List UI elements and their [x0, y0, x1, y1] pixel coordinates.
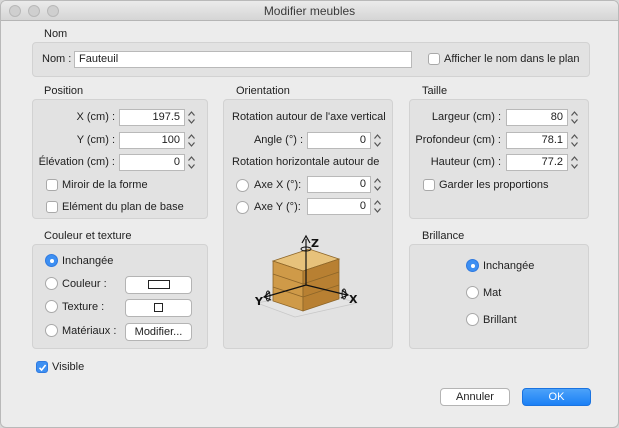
angle-label: Angle (°) :	[253, 134, 303, 146]
cancel-button[interactable]: Annuler	[440, 388, 510, 406]
elevation-field[interactable]: 0	[119, 154, 185, 171]
visible-label: Visible	[52, 361, 85, 373]
axis-x-field[interactable]: 0	[307, 176, 371, 193]
color-picker-button[interactable]	[125, 276, 192, 294]
show-name-label: Afficher le nom dans le plan	[444, 53, 580, 65]
shiny-label: Brillant	[483, 314, 517, 326]
show-name-checkbox[interactable]	[428, 53, 440, 65]
x-label: X (cm) :	[76, 111, 116, 123]
elevation-stepper[interactable]	[187, 154, 196, 171]
y-field[interactable]: 100	[119, 132, 185, 149]
height-field[interactable]: 77.2	[506, 154, 568, 171]
height-stepper[interactable]	[570, 154, 579, 171]
width-field[interactable]: 80	[506, 109, 568, 126]
texture-picker-button[interactable]	[125, 299, 192, 317]
materials-label: Matériaux :	[62, 325, 117, 337]
matte-radio[interactable]	[466, 286, 479, 299]
depth-field[interactable]: 78.1	[506, 132, 568, 149]
x-axis-label: X	[349, 293, 358, 306]
mirror-checkbox[interactable]	[46, 179, 58, 191]
z-axis-label: Z	[311, 237, 319, 250]
horizontal-rotation-heading: Rotation horizontale autour de	[232, 156, 380, 168]
shininess-section-title: Brillance	[422, 230, 465, 242]
height-label: Hauteur (cm) :	[430, 156, 501, 168]
axis-y-stepper[interactable]	[373, 198, 382, 215]
axis-y-field[interactable]: 0	[307, 198, 371, 215]
size-section-title: Taille	[422, 85, 448, 97]
x-field[interactable]: 197.5	[119, 109, 185, 126]
depth-label: Profondeur (cm) :	[415, 134, 501, 146]
shiny-radio[interactable]	[466, 313, 479, 326]
axis-y-label: Axe Y (°):	[254, 201, 301, 213]
angle-field[interactable]: 0	[307, 132, 371, 149]
axis-x-radio[interactable]	[236, 179, 249, 192]
width-stepper[interactable]	[570, 109, 579, 126]
depth-stepper[interactable]	[570, 132, 579, 149]
axis-x-stepper[interactable]	[373, 176, 382, 193]
orientation-section-title: Orientation	[236, 85, 290, 97]
elevation-label: Élévation (cm) :	[38, 156, 115, 168]
visible-checkbox[interactable]	[36, 361, 48, 373]
base-plan-label: Elément du plan de base	[62, 201, 184, 213]
y-axis-label: Y	[254, 295, 264, 308]
width-label: Largeur (cm) :	[431, 111, 501, 123]
ok-button[interactable]: OK	[522, 388, 591, 406]
axis-x-label: Axe X (°):	[254, 179, 302, 191]
y-stepper[interactable]	[187, 132, 196, 149]
title-bar: Modifier meubles	[1, 1, 618, 21]
vertical-rotation-heading: Rotation autour de l'axe vertical	[232, 111, 386, 123]
modify-materials-button[interactable]: Modifier...	[125, 323, 192, 341]
dialog-window: Modifier meubles Nom Nom : Fauteuil Affi…	[0, 0, 619, 428]
shininess-unchanged-radio[interactable]	[466, 259, 479, 272]
position-section-title: Position	[44, 85, 84, 97]
name-field[interactable]: Fauteuil	[74, 51, 412, 68]
name-label: Nom :	[42, 53, 72, 65]
mirror-label: Miroir de la forme	[62, 179, 148, 191]
color-label: Couleur :	[62, 278, 107, 290]
name-section-title: Nom	[44, 28, 68, 40]
color-unchanged-radio[interactable]	[45, 254, 58, 267]
color-unchanged-label: Inchangée	[62, 255, 114, 267]
angle-stepper[interactable]	[373, 132, 382, 149]
keep-proportions-label: Garder les proportions	[439, 179, 549, 191]
base-plan-checkbox[interactable]	[46, 201, 58, 213]
window-title: Modifier meubles	[263, 4, 356, 18]
zoom-window-button[interactable]	[47, 5, 59, 17]
matte-label: Mat	[483, 287, 502, 299]
texture-label: Texture :	[62, 301, 105, 313]
texture-radio[interactable]	[45, 300, 58, 313]
rotation-axes-diagram: Z X Y	[254, 234, 359, 318]
axis-y-radio[interactable]	[236, 201, 249, 214]
x-stepper[interactable]	[187, 109, 196, 126]
minimize-window-button[interactable]	[28, 5, 40, 17]
shininess-unchanged-label: Inchangée	[483, 260, 535, 272]
materials-radio[interactable]	[45, 324, 58, 337]
y-label: Y (cm) :	[76, 134, 115, 146]
color-radio[interactable]	[45, 277, 58, 290]
keep-proportions-checkbox[interactable]	[423, 179, 435, 191]
color-texture-section-title: Couleur et texture	[44, 230, 132, 242]
close-window-button[interactable]	[9, 5, 21, 17]
